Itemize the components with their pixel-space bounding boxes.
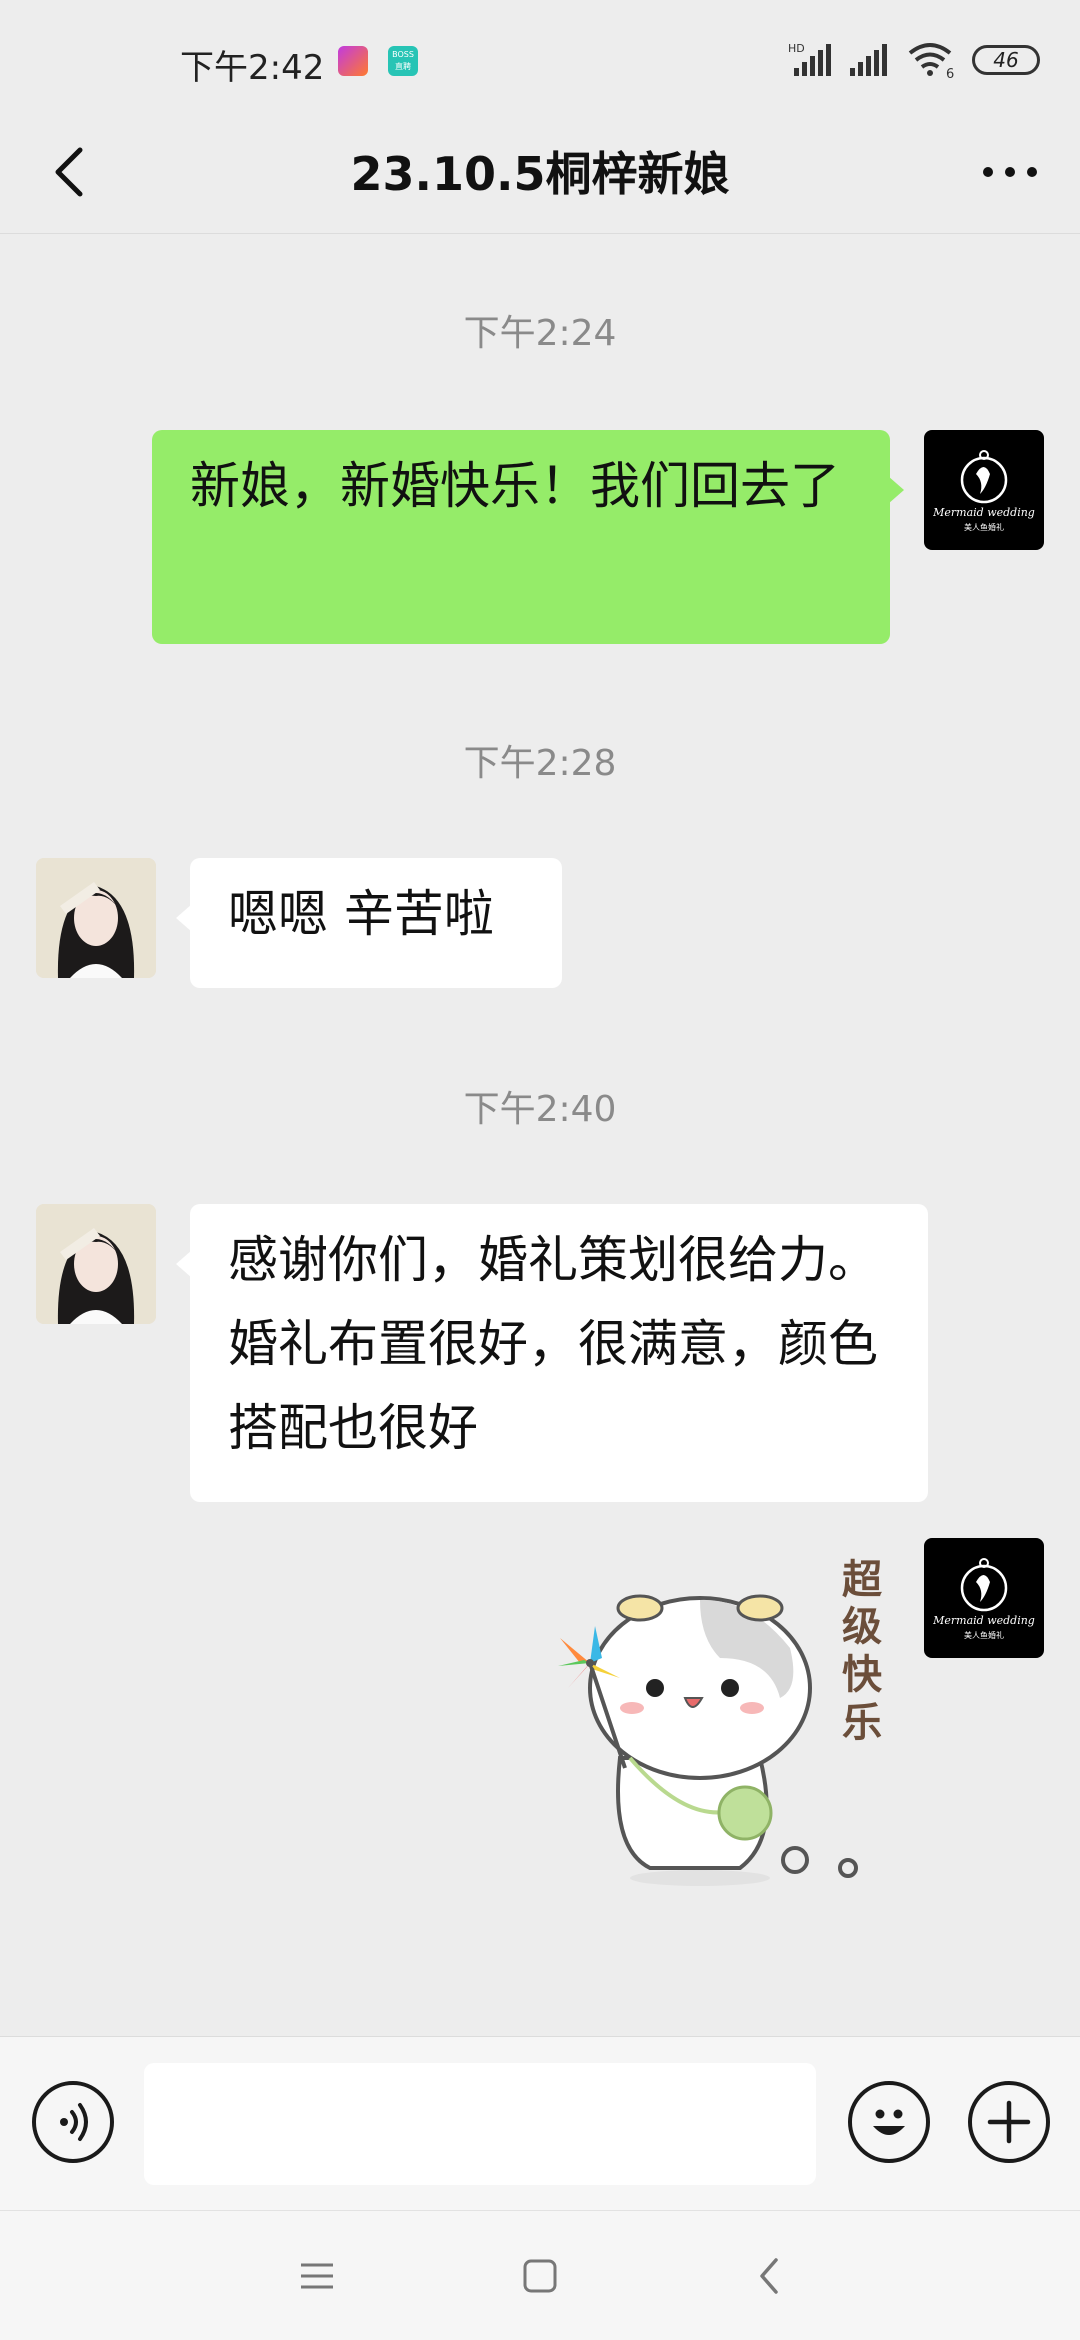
chat-header: 23.10.5桐梓新娘: [0, 110, 1080, 234]
avatar[interactable]: [36, 1204, 156, 1324]
message-text: 嗯嗯 辛苦啦: [228, 885, 494, 943]
brand-logo-subtext: 美人鱼婚礼: [964, 522, 1004, 532]
svg-text:级: 级: [842, 1604, 882, 1650]
message-text: 新娘，新婚快乐！我们回去了: [190, 457, 840, 515]
status-bar: 下午2:42 BOSS 直聘 HD 6 46: [0, 0, 1080, 110]
emoji-button[interactable]: [848, 2081, 930, 2163]
user-avatar-image: [36, 1204, 156, 1324]
message-bubble-in[interactable]: 嗯嗯 辛苦啦: [176, 858, 562, 988]
input-bar: [0, 2036, 1080, 2210]
back-triangle-icon: [760, 2258, 778, 2294]
wifi-label: 6: [946, 67, 954, 79]
message-bubble-out[interactable]: 新娘，新婚快乐！我们回去了: [152, 430, 904, 644]
signal-icon: [850, 44, 887, 76]
more-dots-icon: [983, 167, 1037, 177]
boss-app-icon: BOSS 直聘: [388, 46, 418, 76]
timestamp: 下午2:40: [463, 1089, 617, 1130]
svg-text:超: 超: [842, 1557, 883, 1603]
battery-level: 46: [993, 48, 1019, 72]
voice-icon: [60, 2103, 88, 2141]
timestamp: 下午2:28: [463, 743, 617, 784]
home-square-icon: [523, 2259, 557, 2293]
svg-text:快: 快: [842, 1652, 883, 1698]
more-functions-button[interactable]: [968, 2081, 1050, 2163]
svg-text:乐: 乐: [842, 1700, 882, 1746]
sticker-message[interactable]: 超 级 快 乐: [540, 1538, 900, 1918]
cow-sticker-image: 超 级 快 乐: [558, 1557, 883, 1886]
avatar[interactable]: Mermaid wedding 美人鱼婚礼: [924, 430, 1044, 550]
status-time: 下午2:42: [180, 48, 325, 88]
system-nav-bar: [0, 2210, 1080, 2340]
status-indicators: HD 6 46: [788, 40, 1040, 80]
wifi-icon: 6: [908, 43, 954, 79]
brand-logo-text: Mermaid wedding: [932, 1614, 1035, 1627]
message-input[interactable]: [144, 2063, 816, 2185]
plus-icon: [987, 2100, 1031, 2144]
voice-input-button[interactable]: [32, 2081, 114, 2163]
message-list[interactable]: 下午2:24 Mermaid wedding 美人鱼婚礼 新娘，新婚快乐！我们回…: [0, 234, 1080, 2034]
user-avatar-image: [36, 858, 156, 978]
brand-logo-subtext: 美人鱼婚礼: [964, 1630, 1004, 1640]
message-bubble-in[interactable]: 感谢你们，婚礼策划很给力。婚礼布置很好，很满意，颜色搭配也很好: [176, 1204, 928, 1502]
avatar[interactable]: Mermaid wedding 美人鱼婚礼: [924, 1538, 1044, 1658]
brand-logo-icon: Mermaid wedding 美人鱼婚礼: [932, 450, 1035, 532]
hd-label: HD: [788, 42, 805, 55]
system-back-button[interactable]: [734, 2241, 804, 2311]
avatar[interactable]: [36, 858, 156, 978]
recent-apps-button[interactable]: [282, 2241, 352, 2311]
emoji-smile-icon: [873, 2109, 905, 2135]
home-button[interactable]: [505, 2241, 575, 2311]
photo-app-icon: [338, 46, 368, 76]
chat-title: 23.10.5桐梓新娘: [350, 147, 730, 201]
brand-logo-icon: Mermaid wedding 美人鱼婚礼: [932, 1558, 1035, 1640]
message-text: 感谢你们，婚礼策划很给力。婚礼布置很好，很满意，颜色搭配也很好: [228, 1231, 878, 1457]
brand-logo-text: Mermaid wedding: [932, 506, 1035, 519]
menu-icon: [301, 2263, 333, 2289]
more-options-button[interactable]: [970, 132, 1050, 212]
signal-hd-icon: HD: [788, 42, 831, 76]
battery-icon: 46: [972, 45, 1040, 75]
timestamp: 下午2:24: [463, 313, 617, 354]
